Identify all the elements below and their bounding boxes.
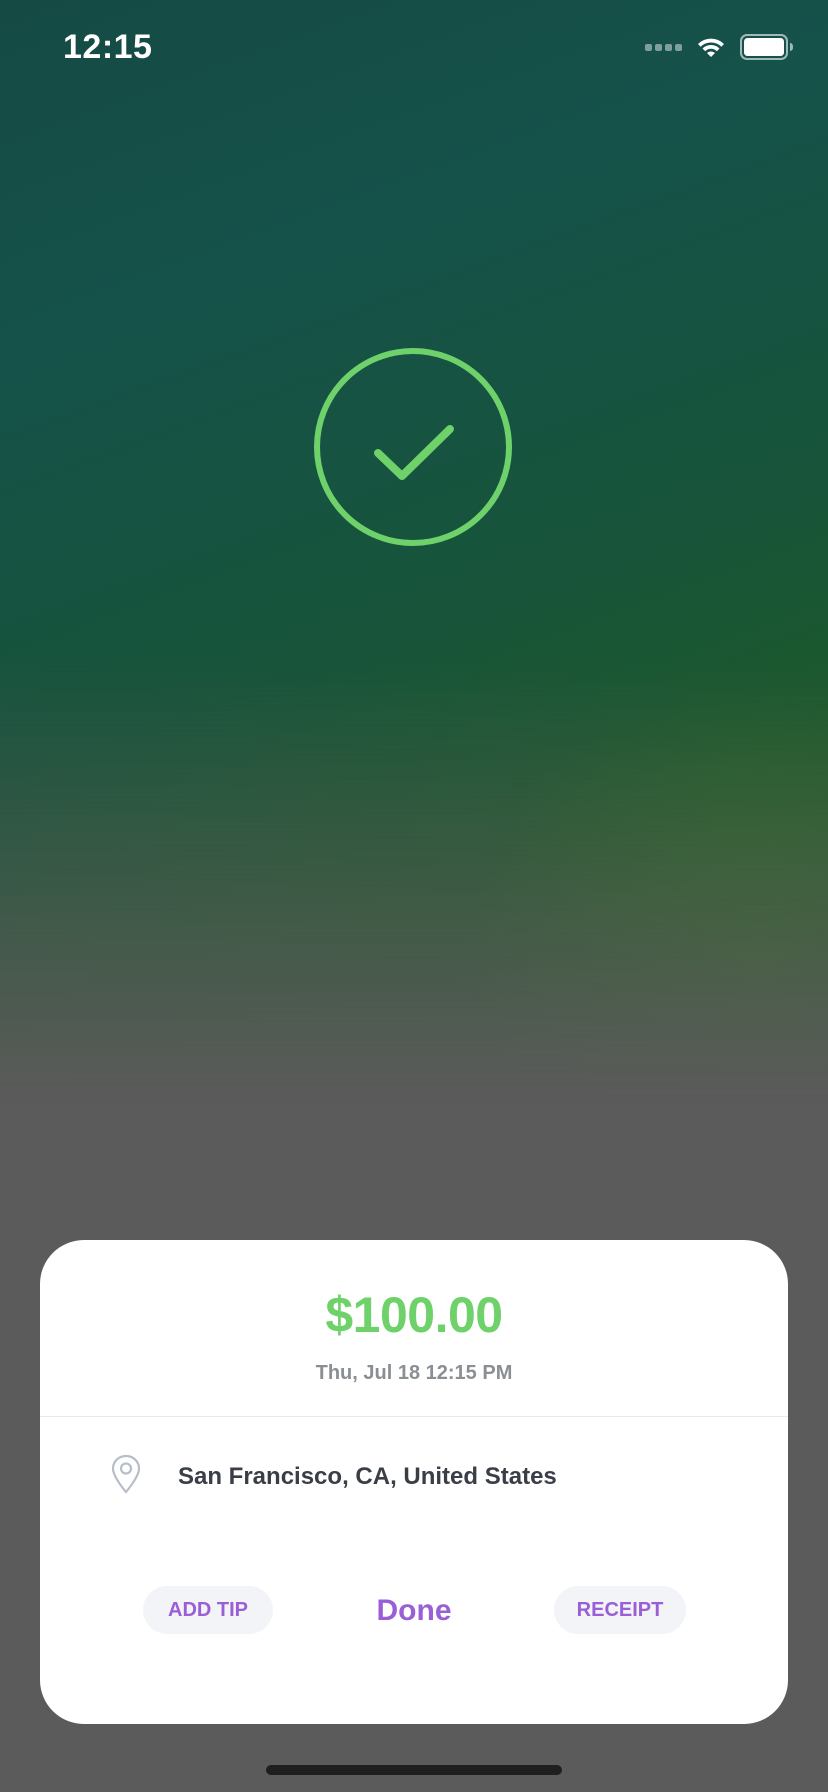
payment-summary-card: $100.00 Thu, Jul 18 12:15 PM San Francis… (40, 1240, 788, 1724)
add-tip-button[interactable]: ADD TIP (143, 1586, 273, 1634)
location-row: San Francisco, CA, United States (110, 1454, 557, 1499)
action-row: ADD TIP Done RECEIPT (40, 1586, 788, 1634)
background-gradient (0, 0, 828, 1100)
map-pin-icon (110, 1454, 142, 1499)
cellular-signal-icon (645, 43, 682, 51)
payment-datetime: Thu, Jul 18 12:15 PM (315, 1362, 513, 1384)
payment-amount: $100.00 (325, 1287, 503, 1343)
wifi-icon (696, 35, 726, 59)
home-indicator[interactable] (266, 1765, 562, 1775)
receipt-button[interactable]: RECEIPT (554, 1586, 686, 1634)
divider (40, 1416, 788, 1417)
done-button[interactable]: Done (354, 1586, 474, 1634)
payment-complete-screen: 12:15 $100.00 Thu, Jul 18 12:15 PM San F… (0, 0, 828, 1792)
status-icons (645, 34, 794, 60)
checkmark-circle-icon (313, 347, 513, 547)
battery-icon (740, 34, 794, 60)
status-time: 12:15 (63, 28, 153, 66)
location-text: San Francisco, CA, United States (178, 1462, 557, 1490)
